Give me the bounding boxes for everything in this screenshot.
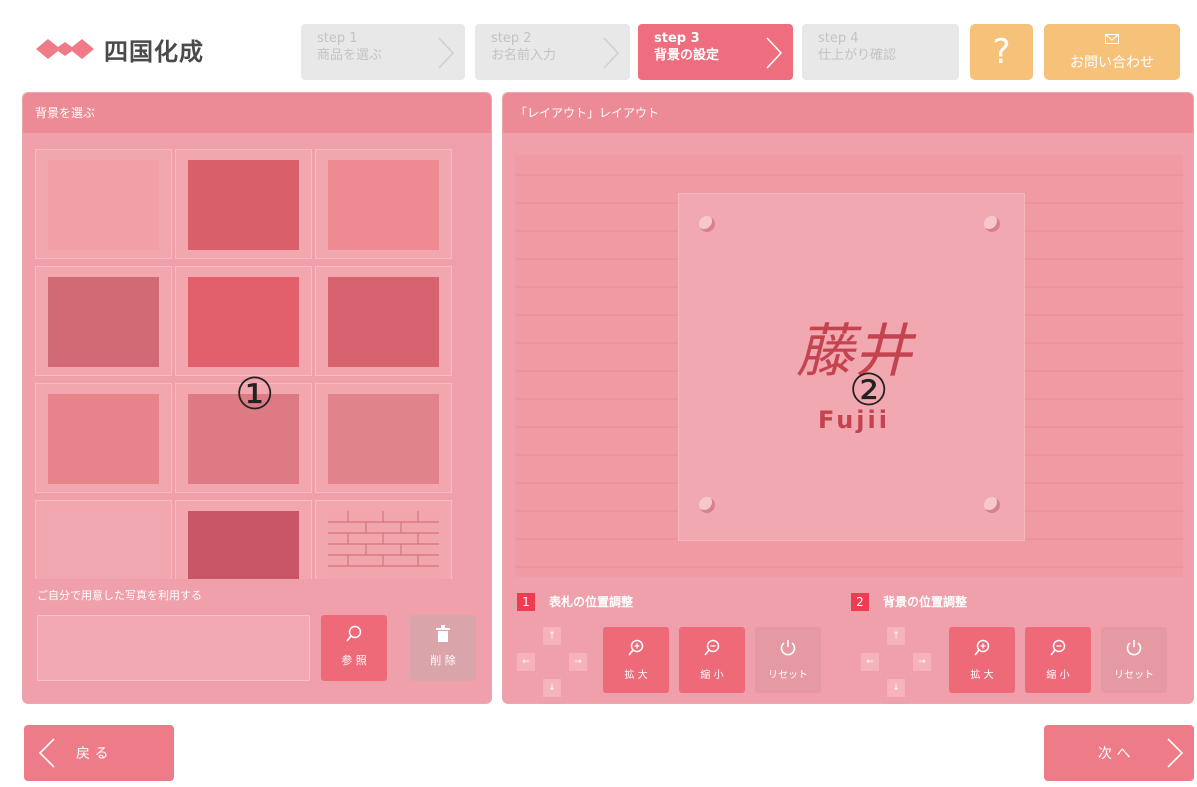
panel-title: 背景を選ぶ	[23, 93, 491, 133]
background-option[interactable]	[175, 500, 312, 579]
chevron-right-icon	[603, 37, 620, 69]
back-button[interactable]: 戻 る	[24, 725, 174, 781]
background-reset-button[interactable]: リセット	[1101, 627, 1167, 693]
search-icon	[346, 625, 362, 642]
background-swatch	[48, 160, 159, 250]
brick-swatch	[328, 511, 439, 579]
background-option[interactable]	[35, 500, 172, 579]
background-option[interactable]	[315, 149, 452, 259]
background-swatch	[328, 277, 439, 367]
annotation-marker-2: ②	[849, 365, 889, 416]
zoom-in-label: 拡 大	[970, 670, 994, 681]
annotation-marker-1: ①	[235, 369, 275, 420]
step-1[interactable]: step 1 商品を選ぶ	[301, 24, 465, 80]
background-option[interactable]	[315, 266, 452, 376]
zoom-out-label: 縮 小	[1046, 670, 1070, 681]
panel-title: 「レイアウト」レイアウト	[503, 93, 1193, 133]
background-swatch	[188, 277, 299, 367]
zoom-in-icon	[628, 639, 644, 656]
photo-path-field[interactable]	[37, 615, 310, 681]
zoom-in-icon	[974, 639, 990, 656]
plate-zoom-out-button[interactable]: 縮 小	[679, 627, 745, 693]
zoom-in-label: 拡 大	[624, 670, 648, 681]
background-option[interactable]	[35, 383, 172, 493]
back-label: 戻 る	[76, 746, 109, 762]
next-button[interactable]: 次 へ	[1044, 725, 1194, 781]
adjust-2-number: 2	[851, 593, 869, 611]
chevron-right-icon	[1167, 738, 1184, 768]
nameplate-preview[interactable]: 藤井 Fujii ②	[515, 155, 1183, 577]
chevron-right-icon	[766, 37, 783, 69]
background-swatch	[188, 511, 299, 579]
chevron-right-icon	[438, 37, 455, 69]
plate-zoom-in-button[interactable]: 拡 大	[603, 627, 669, 693]
background-swatch	[328, 394, 439, 484]
chevron-left-icon	[38, 738, 55, 768]
arrow-right-icon[interactable]: →	[569, 653, 587, 671]
background-swatch	[48, 394, 159, 484]
background-swatch	[48, 511, 159, 579]
reset-label: リセット	[1114, 670, 1154, 681]
step-4[interactable]: step 4 仕上がり確認	[802, 24, 959, 80]
own-photo-label: ご自分で用意した写真を利用する	[37, 589, 202, 602]
step-4-title: step 4	[818, 31, 859, 46]
delete-button[interactable]: 削 除	[410, 615, 476, 681]
logo-mark-icon	[36, 39, 94, 59]
arrow-down-icon[interactable]: ↓	[543, 679, 561, 697]
zoom-out-icon	[1050, 639, 1066, 656]
reset-label: リセット	[768, 670, 808, 681]
help-button[interactable]: ?	[970, 24, 1033, 80]
arrow-left-icon[interactable]: ←	[861, 653, 879, 671]
background-option[interactable]	[35, 149, 172, 259]
adjust-2-title: 背景の位置調整	[883, 595, 968, 609]
step-4-label: 仕上がり確認	[818, 48, 897, 63]
background-swatch	[48, 277, 159, 367]
background-zoom-in-button[interactable]: 拡 大	[949, 627, 1015, 693]
adjust-1-number: 1	[517, 593, 535, 611]
background-option[interactable]	[175, 266, 312, 376]
arrow-down-icon[interactable]: ↓	[887, 679, 905, 697]
bolt-icon	[699, 497, 715, 513]
background-select-panel: 背景を選ぶ ① ご自分で用意した写真を利用する 参 照 削 除	[22, 92, 492, 704]
trash-icon	[436, 625, 450, 642]
arrow-up-icon[interactable]: ↑	[887, 627, 905, 645]
layout-preview-panel: 「レイアウト」レイアウト 藤井 Fujii ② 1 表札の位置調整 ↑ ← → …	[502, 92, 1194, 704]
bolt-icon	[984, 216, 1000, 232]
bolt-icon	[699, 216, 715, 232]
plate-position-dpad[interactable]: ↑ ← → ↓	[517, 627, 587, 697]
zoom-out-icon	[704, 639, 720, 656]
adjust-1-title: 表札の位置調整	[549, 595, 634, 609]
brand-name: 四国化成	[104, 37, 204, 66]
background-option[interactable]	[175, 149, 312, 259]
arrow-up-icon[interactable]: ↑	[543, 627, 561, 645]
step-3[interactable]: step 3 背景の設定	[638, 24, 793, 80]
power-icon	[780, 640, 796, 656]
background-swatch	[188, 160, 299, 250]
background-option[interactable]	[315, 383, 452, 493]
plate-reset-button[interactable]: リセット	[755, 627, 821, 693]
background-position-dpad[interactable]: ↑ ← → ↓	[861, 627, 931, 697]
brand-logo: 四国化成	[36, 26, 246, 72]
browse-button[interactable]: 参 照	[321, 615, 387, 681]
arrow-left-icon[interactable]: ←	[517, 653, 535, 671]
background-list[interactable]	[35, 149, 479, 579]
power-icon	[1126, 640, 1142, 656]
mail-icon	[1105, 34, 1119, 44]
delete-label: 削 除	[430, 654, 456, 667]
bolt-icon	[984, 497, 1000, 513]
background-option[interactable]	[35, 266, 172, 376]
next-label: 次 へ	[1098, 746, 1131, 762]
zoom-out-label: 縮 小	[700, 670, 724, 681]
background-swatch	[328, 160, 439, 250]
browse-label: 参 照	[341, 654, 367, 667]
background-option[interactable]	[315, 500, 452, 579]
brick-pattern-icon	[328, 511, 439, 567]
step-2[interactable]: step 2 お名前入力	[475, 24, 630, 80]
contact-label: お問い合わせ	[1070, 55, 1154, 71]
contact-button[interactable]: お問い合わせ	[1044, 24, 1180, 80]
background-zoom-out-button[interactable]: 縮 小	[1025, 627, 1091, 693]
arrow-right-icon[interactable]: →	[913, 653, 931, 671]
